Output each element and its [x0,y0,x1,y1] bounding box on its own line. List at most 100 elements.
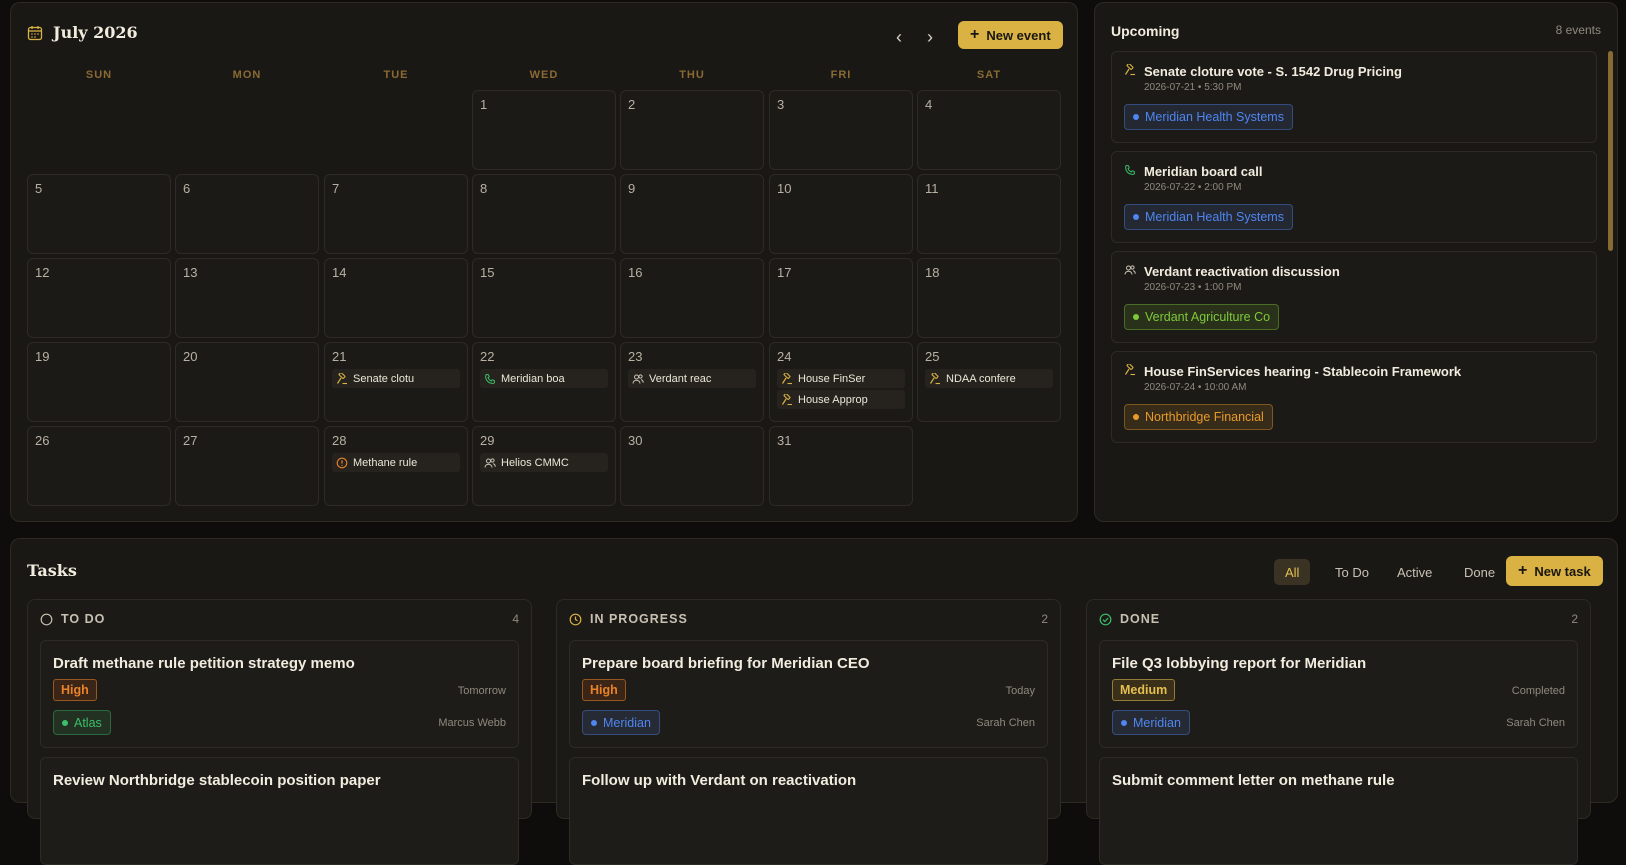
day-cell[interactable]: 21 Senate clotu [324,342,468,422]
client-tag[interactable]: Meridian Health Systems [1124,204,1293,230]
day-cell[interactable]: 14 [324,258,468,338]
day-cell[interactable]: 28 Methane rule [324,426,468,506]
task-card[interactable]: Submit comment letter on methane rule [1099,757,1578,865]
day-number: 8 [480,181,488,196]
task-card[interactable]: Draft methane rule petition strategy mem… [40,640,519,748]
day-number: 31 [777,433,792,448]
weekday-sun: SUN [85,69,113,81]
day-cell[interactable]: 7 [324,174,468,254]
day-cell[interactable]: 5 [27,174,171,254]
client-tag[interactable]: Meridian Health Systems [1124,104,1293,130]
day-cell[interactable]: 26 [27,426,171,506]
task-card[interactable]: Follow up with Verdant on reactivation [569,757,1048,865]
upcoming-event-title: Meridian board call [1144,164,1263,179]
task-card[interactable]: Review Northbridge stablecoin position p… [40,757,519,865]
alert-circle-icon [336,457,348,469]
column-title: IN PROGRESS [590,612,688,626]
task-column-done: DONE 2 File Q3 lobbying report for Meridia… [1086,599,1591,865]
task-card[interactable]: File Q3 lobbying report for Meridian Medi… [1099,640,1578,748]
day-cell[interactable]: 13 [175,258,319,338]
calendar-event[interactable]: Verdant reac [628,369,756,388]
day-cell[interactable]: 8 [472,174,616,254]
task-due: Completed [1511,685,1565,697]
task-title: Follow up with Verdant on reactivation [582,772,857,789]
day-cell[interactable]: 27 [175,426,319,506]
day-cell[interactable]: 31 [769,426,913,506]
day-cell[interactable]: 18 [917,258,1061,338]
calendar-event[interactable]: Meridian boa [480,369,608,388]
filter-to-do[interactable]: To Do [1324,559,1380,585]
upcoming-event-time: 2026-07-23 • 1:00 PM [1144,282,1242,293]
upcoming-event-card[interactable]: Verdant reactivation discussion 2026-07-2… [1111,251,1597,343]
day-cell[interactable]: 1 [472,90,616,170]
calendar-icon [27,25,43,41]
phone-icon [484,373,496,385]
day-cell[interactable]: 11 [917,174,1061,254]
new-task-button[interactable]: + New task [1506,556,1603,586]
day-cell[interactable]: 17 [769,258,913,338]
day-cell[interactable]: 29 Helios CMMC [472,426,616,506]
new-event-label: New event [986,27,1051,43]
day-cell[interactable]: 2 [620,90,764,170]
calendar-event[interactable]: NDAA confere [925,369,1053,388]
day-cell[interactable]: 9 [620,174,764,254]
filter-active[interactable]: Active [1386,559,1443,585]
client-tag[interactable]: Meridian [582,710,660,735]
circle-icon [40,613,53,626]
calendar-event[interactable]: Helios CMMC [480,453,608,472]
task-card[interactable]: Prepare board briefing for Meridian CEO H… [569,640,1048,748]
task-owner: Sarah Chen [976,717,1035,729]
next-month-button[interactable]: › [918,25,942,49]
calendar-event[interactable]: Senate clotu [332,369,460,388]
gavel-icon [781,393,793,406]
upcoming-scrollbar[interactable] [1608,51,1613,251]
day-cell[interactable]: 23 Verdant reac [620,342,764,422]
upcoming-event-card[interactable]: Senate cloture vote - S. 1542 Drug Prici… [1111,51,1597,143]
upcoming-event-title: Senate cloture vote - S. 1542 Drug Prici… [1144,64,1402,79]
day-cell[interactable]: 20 [175,342,319,422]
new-task-label: New task [1534,563,1591,579]
client-tag[interactable]: Meridian [1112,710,1190,735]
filter-all[interactable]: All [1274,559,1311,585]
day-cell[interactable]: 6 [175,174,319,254]
calendar-event-label: Senate clotu [353,372,415,385]
client-dot [1133,214,1139,220]
client-tag[interactable]: Northbridge Financial [1124,404,1273,430]
day-cell[interactable]: 16 [620,258,764,338]
client-tag[interactable]: Atlas [53,710,111,735]
day-cell[interactable]: 15 [472,258,616,338]
day-cell[interactable]: 25 NDAA confere [917,342,1061,422]
day-number: 7 [332,181,340,196]
phone-icon [1124,164,1136,176]
task-column-to-do: TO DO 4 Draft methane rule petition strate… [27,599,532,865]
client-dot [1121,719,1127,726]
day-cell[interactable]: 22 Meridian boa [472,342,616,422]
day-cell[interactable]: 3 [769,90,913,170]
day-number: 20 [183,349,198,364]
calendar-event-label: Meridian boa [501,372,565,385]
day-number: 4 [925,97,933,112]
calendar-event[interactable]: House Approp [777,390,905,409]
day-cell[interactable]: 30 [620,426,764,506]
calendar-panel: July 2026 ‹ › + New event SUN MON TUE WED TH… [10,2,1078,522]
calendar-event[interactable]: Methane rule [332,453,460,472]
calendar-event[interactable]: House FinSer [777,369,905,388]
upcoming-event-card[interactable]: House FinServices hearing - Stablecoin F… [1111,351,1597,443]
day-cell[interactable]: 19 [27,342,171,422]
day-cell[interactable]: 12 [27,258,171,338]
column-header: IN PROGRESS [569,612,688,626]
calendar-header: July 2026 [27,23,138,42]
day-cell[interactable]: 10 [769,174,913,254]
day-number: 29 [480,433,495,448]
upcoming-event-card[interactable]: Meridian board call 2026-07-22 • 2:00 PM M… [1111,151,1597,243]
filter-done[interactable]: Done [1453,559,1506,585]
weekday-tue: TUE [383,69,409,81]
new-event-button[interactable]: + New event [958,21,1063,49]
task-title: File Q3 lobbying report for Meridian [1112,655,1367,672]
prev-month-button[interactable]: ‹ [887,25,911,49]
day-cell[interactable]: 4 [917,90,1061,170]
client-tag[interactable]: Verdant Agriculture Co [1124,304,1280,330]
day-cell[interactable]: 24 House FinSer House Approp [769,342,913,422]
client-dot [1133,414,1139,420]
day-number: 15 [480,265,495,280]
